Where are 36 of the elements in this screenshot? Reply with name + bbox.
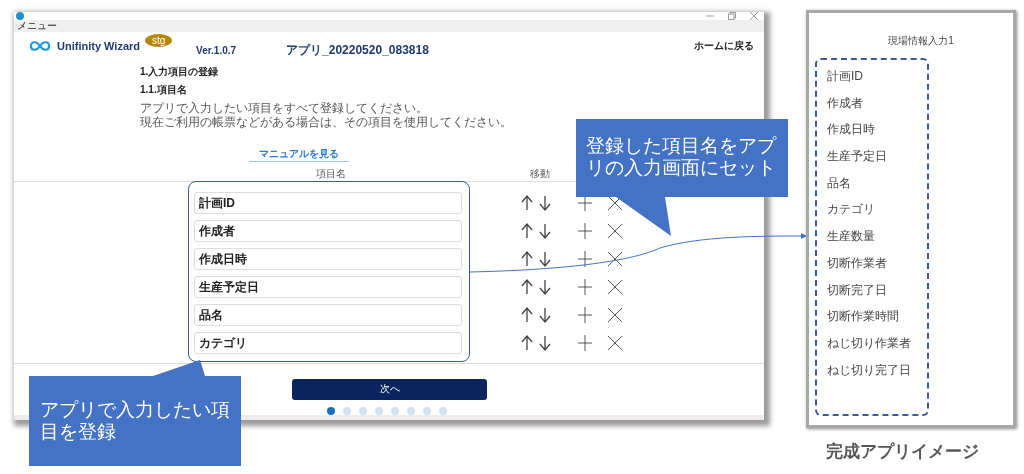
column-header: 移動 — [530, 167, 550, 181]
item-name-field[interactable]: 計画ID — [194, 192, 462, 214]
item-name-field[interactable]: 生産予定日 — [194, 276, 462, 298]
callout-text: アプリで入力したい項目を登録 — [40, 399, 231, 443]
field-label: カテゴリ — [827, 202, 875, 217]
description-text: アプリで入力したい項目をすべて登録してください。 — [140, 101, 429, 115]
field-label: 生産予定日 — [827, 149, 887, 164]
next-button[interactable]: 次へ — [292, 378, 487, 400]
screen-title: 現場情報入力1 — [887, 34, 955, 48]
item-name-field[interactable]: 作成者 — [194, 220, 462, 242]
field-label: 切断完了日 — [827, 282, 887, 297]
callout-text: 登録した項目名をアプリの入力画面にセット — [586, 135, 778, 179]
field-label: 作成日時 — [827, 122, 875, 137]
field-label: ねじ切り完了日 — [827, 362, 911, 377]
field-label: 計画ID — [827, 69, 863, 83]
item-name-field[interactable]: 品名 — [194, 304, 462, 326]
field-label: 切断作業時間 — [827, 309, 899, 324]
environment-badge: stg — [145, 34, 173, 47]
caption: 完成アプリイメージ — [826, 441, 979, 463]
item-name-field[interactable]: 作成日時 — [194, 248, 462, 270]
manual-link[interactable]: マニュアルを見る — [249, 148, 349, 162]
field-label: 生産数量 — [827, 229, 875, 244]
section-title: 1.入力項目の登録 — [140, 65, 220, 79]
field-label: 作成者 — [827, 95, 863, 110]
section-subtitle: 1.1.項目名 — [140, 83, 188, 97]
home-link[interactable]: ホームに戻る — [694, 38, 754, 53]
app-name: アプリ_20220520_083818 — [286, 42, 429, 59]
field-label: 品名 — [827, 175, 851, 190]
menu-item[interactable]: メニュー — [17, 20, 57, 31]
item-name-field[interactable]: カテゴリ — [194, 332, 462, 354]
version-label: Ver.1.0.7 — [196, 45, 237, 56]
description-text: 現在ご利用の帳票などがある場合は、その項目を使用してください。 — [140, 115, 513, 129]
app-logo: Unifinity Wizard — [57, 39, 140, 52]
field-label: 切断作業者 — [827, 255, 887, 270]
field-label: ねじ切り作業者 — [827, 335, 911, 350]
column-header: 項目名 — [316, 167, 346, 181]
